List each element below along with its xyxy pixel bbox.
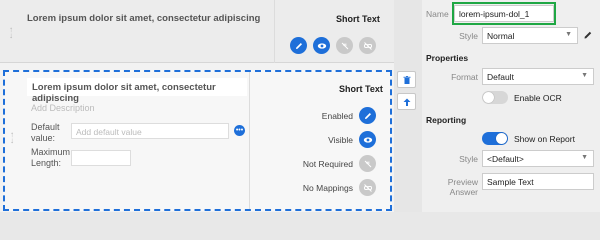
show-on-report-toggle[interactable] bbox=[482, 132, 508, 145]
required-toggle[interactable]: Not Required * bbox=[303, 155, 376, 172]
field-type-label: Short Text bbox=[336, 14, 380, 24]
required-off-icon[interactable]: * bbox=[336, 37, 353, 54]
format-label: Format bbox=[451, 72, 478, 82]
description-placeholder[interactable]: Add Description bbox=[31, 103, 95, 113]
properties-panel: Name lorem-ipsum-dol_1 Style Normal ▼ Pr… bbox=[422, 0, 600, 212]
drag-handle-icon[interactable]: ↑ ↓ bbox=[10, 131, 14, 145]
field-type-label: Short Text bbox=[339, 84, 383, 94]
required-label: Not Required bbox=[302, 158, 353, 169]
default-value-label: Default value: bbox=[31, 122, 60, 143]
enable-ocr-label: Enable OCR bbox=[514, 93, 562, 103]
max-length-input[interactable] bbox=[71, 150, 131, 166]
drag-handle-icon[interactable]: ↑ ↓ bbox=[9, 26, 13, 40]
field-row[interactable]: ↑ ↓ Lorem ipsum dolor sit amet, consectet… bbox=[0, 0, 394, 63]
format-select[interactable]: Default ▼ bbox=[482, 68, 594, 85]
mappings-toggle[interactable]: No Mappings bbox=[303, 179, 376, 196]
form-canvas: ↑ ↓ Lorem ipsum dolor sit amet, consectet… bbox=[0, 0, 394, 212]
name-label: Name bbox=[426, 9, 449, 19]
required-off-icon[interactable]: * bbox=[359, 155, 376, 172]
eye-icon[interactable] bbox=[313, 37, 330, 54]
style-label: Style bbox=[459, 31, 478, 41]
report-style-value: <Default> bbox=[487, 154, 524, 164]
chevron-down-icon: ▼ bbox=[565, 31, 572, 38]
report-style-select[interactable]: <Default> ▼ bbox=[482, 150, 594, 167]
mapping-off-icon[interactable] bbox=[359, 37, 376, 54]
divider bbox=[249, 72, 250, 209]
report-style-label: Style bbox=[459, 154, 478, 164]
eye-icon[interactable] bbox=[359, 131, 376, 148]
field-title[interactable]: Lorem ipsum dolor sit amet, consectetur … bbox=[27, 13, 260, 24]
format-value: Default bbox=[487, 72, 514, 82]
field-row-selected[interactable]: ↑ ↓ Lorem ipsum dolor sit amet, consectet… bbox=[3, 70, 392, 211]
edit-icon[interactable] bbox=[359, 107, 376, 124]
mapping-off-icon[interactable] bbox=[359, 179, 376, 196]
enable-ocr-toggle[interactable] bbox=[482, 91, 508, 104]
more-options-button[interactable]: ••• bbox=[234, 125, 245, 136]
highlight-box bbox=[452, 2, 556, 25]
style-value: Normal bbox=[487, 31, 515, 41]
visible-label: Visible bbox=[328, 134, 353, 145]
trash-icon[interactable] bbox=[397, 71, 416, 88]
field-tools bbox=[394, 0, 422, 212]
divider bbox=[274, 0, 275, 63]
preview-answer-input[interactable]: Sample Text bbox=[482, 173, 594, 190]
field-title-input[interactable]: Lorem ipsum dolor sit amet, consectetur … bbox=[27, 78, 247, 104]
chevron-down-icon: ▼ bbox=[581, 72, 588, 79]
field-toggle-icons: * bbox=[290, 37, 376, 54]
chevron-down-icon: ▼ bbox=[581, 154, 588, 161]
reporting-heading: Reporting bbox=[426, 115, 467, 125]
mappings-label: No Mappings bbox=[302, 182, 353, 193]
preview-answer-label: Preview Answer bbox=[447, 177, 478, 197]
style-select[interactable]: Normal ▼ bbox=[482, 27, 578, 44]
enabled-label: Enabled bbox=[321, 110, 353, 121]
default-value-input[interactable]: Add default value bbox=[71, 123, 229, 139]
edit-icon[interactable] bbox=[290, 37, 307, 54]
visible-toggle[interactable]: Visible bbox=[328, 131, 376, 148]
max-length-label: Maximum Length: bbox=[31, 147, 71, 168]
arrow-up-icon[interactable] bbox=[397, 93, 416, 110]
show-on-report-label: Show on Report bbox=[514, 134, 575, 144]
properties-heading: Properties bbox=[426, 53, 469, 63]
enabled-toggle[interactable]: Enabled bbox=[322, 107, 376, 124]
edit-style-icon[interactable] bbox=[583, 30, 593, 42]
